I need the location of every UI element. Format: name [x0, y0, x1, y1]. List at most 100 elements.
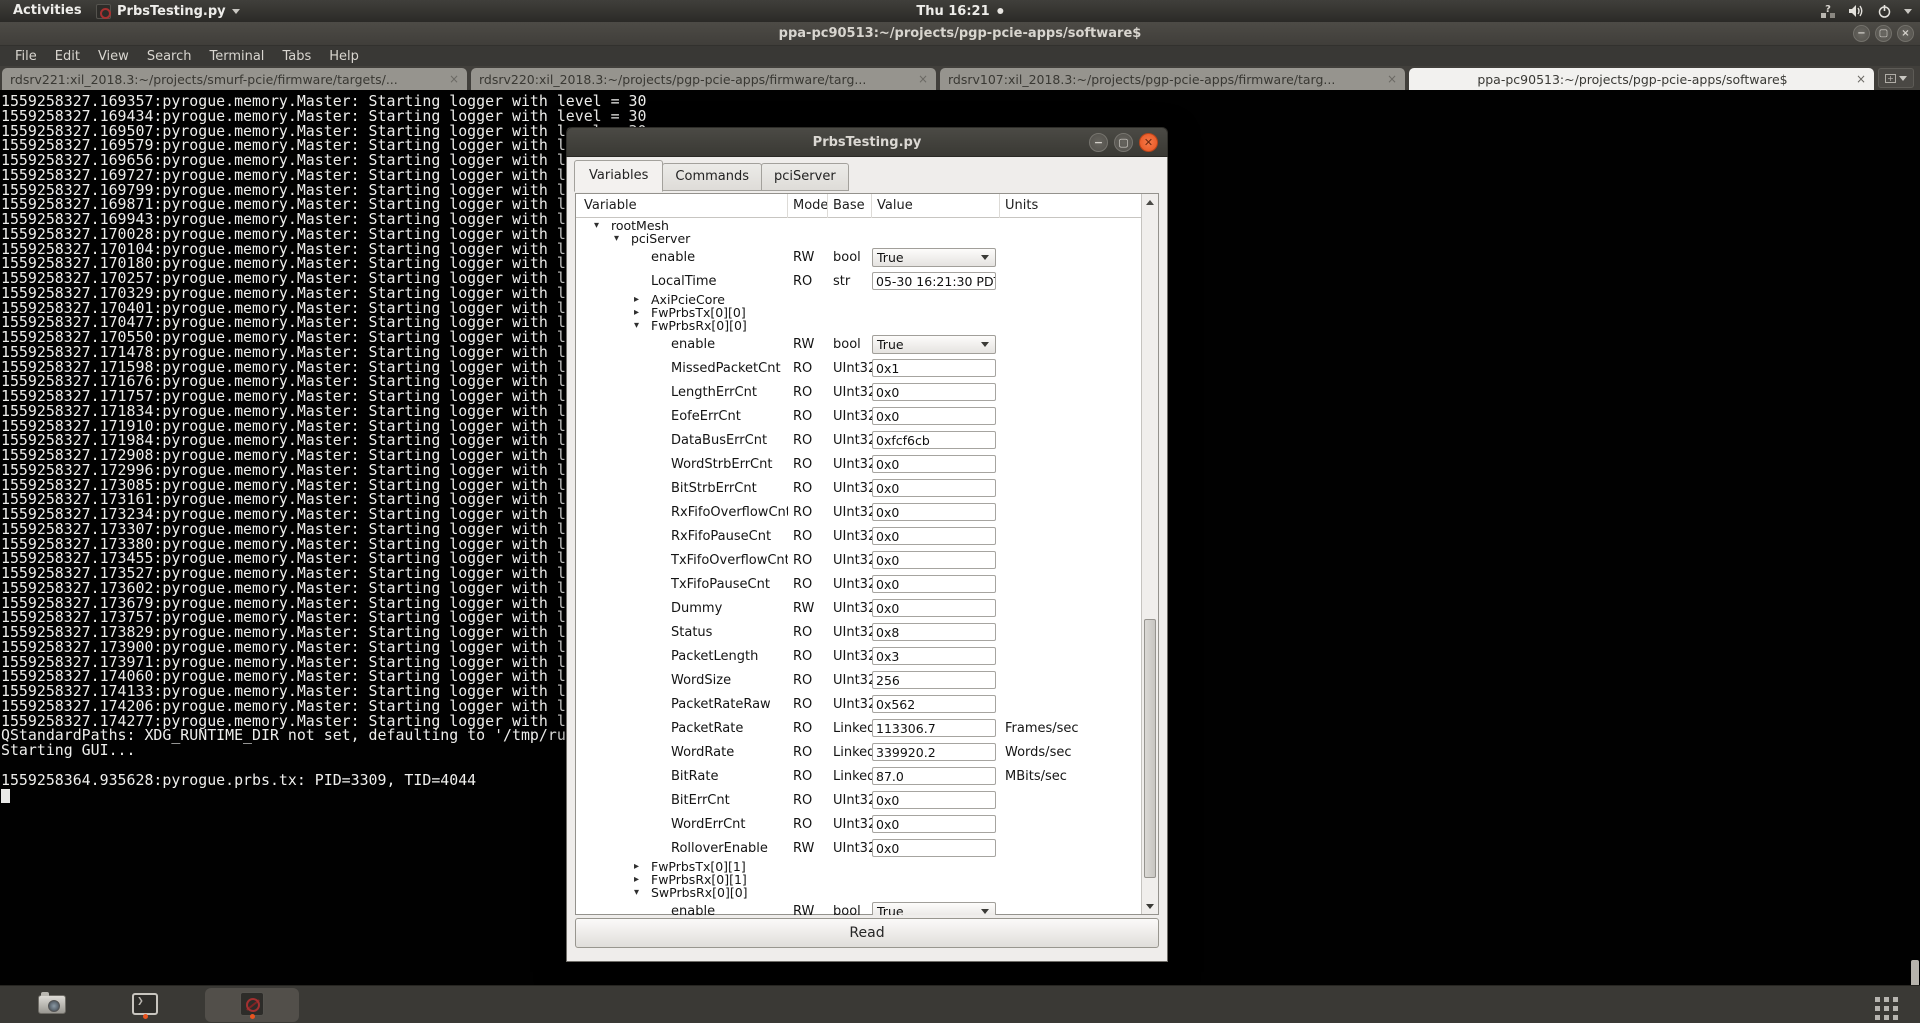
value-input[interactable]: 0x0	[872, 407, 996, 425]
tab-close-icon[interactable]: ×	[449, 72, 459, 86]
terminal-tab-3[interactable]: rdsrv107:xil_2018.3:~/projects/pgp-pcie-…	[940, 68, 1405, 90]
value-input[interactable]: 0x3	[872, 647, 996, 665]
scroll-down-icon[interactable]	[1142, 898, 1158, 914]
variable-mode: RO	[793, 816, 813, 832]
terminal-tab-2[interactable]: rdsrv220:xil_2018.3:~/projects/pgp-pcie-…	[471, 68, 936, 90]
bottom-panel	[0, 985, 1920, 1023]
column-header-value[interactable]: Value	[872, 194, 1000, 218]
menu-item-file[interactable]: File	[6, 49, 46, 64]
terminal-titlebar[interactable]: ppa-pc90513:~/projects/pgp-pcie-apps/sof…	[0, 22, 1920, 46]
dialog-tab-pciserver[interactable]: pciServer	[761, 163, 849, 191]
value-input[interactable]: 256	[872, 671, 996, 689]
variable-name: TxFifoPauseCnt	[671, 576, 770, 592]
dialog-tab-commands[interactable]: Commands	[662, 163, 763, 191]
value-input[interactable]: 0x0	[872, 551, 996, 569]
variable-base: bool	[833, 249, 861, 265]
tab-close-icon[interactable]: ×	[1387, 72, 1397, 86]
expand-arrow-icon[interactable]: ▸	[634, 307, 651, 318]
column-header-mode[interactable]: Mode	[788, 194, 828, 218]
variable-name: LocalTime	[651, 273, 717, 289]
activities-button[interactable]: Activities	[13, 0, 82, 22]
dialog-close-button[interactable]: ✕	[1139, 133, 1158, 152]
menu-item-search[interactable]: Search	[138, 49, 201, 64]
variable-mode: RO	[793, 456, 813, 472]
value-dropdown[interactable]: True	[872, 901, 996, 915]
value-input[interactable]: 0x1	[872, 359, 996, 377]
value-input[interactable]: 0x0	[872, 479, 996, 497]
terminal-title: ppa-pc90513:~/projects/pgp-pcie-apps/sof…	[778, 26, 1142, 41]
clock[interactable]: Thu 16:21	[916, 0, 1004, 22]
column-header-units[interactable]: Units	[1000, 194, 1141, 218]
variable-value-cell: 0x0	[872, 503, 1000, 521]
menu-item-terminal[interactable]: Terminal	[200, 49, 273, 64]
terminal-app-icon[interactable]	[132, 993, 158, 1015]
maximize-button[interactable]: ▢	[1875, 25, 1892, 42]
value-dropdown[interactable]: True	[872, 247, 996, 267]
read-button[interactable]: Read	[575, 918, 1159, 948]
minimize-button[interactable]: −	[1853, 25, 1870, 42]
screenshot-tool-icon[interactable]	[38, 992, 66, 1014]
menu-item-help[interactable]: Help	[320, 49, 368, 64]
system-tray[interactable]: ?	[1820, 0, 1912, 22]
terminal-tab-1[interactable]: rdsrv221:xil_2018.3:~/projects/smurf-pci…	[2, 68, 467, 90]
column-header-variable[interactable]: Variable	[576, 194, 788, 218]
variable-mode: RO	[793, 504, 813, 520]
value-input[interactable]: 0x0	[872, 791, 996, 809]
tab-close-icon[interactable]: ×	[1856, 72, 1866, 86]
app-menu[interactable]: PrbsTesting.py	[96, 0, 240, 22]
tab-label: rdsrv107:xil_2018.3:~/projects/pgp-pcie-…	[948, 71, 1336, 87]
value-input[interactable]: 0xfcf6cb	[872, 431, 996, 449]
value-input[interactable]: 0x0	[872, 815, 996, 833]
value-input[interactable]: 339920.2	[872, 743, 996, 761]
value-input[interactable]: 05-30 16:21:30 PDT	[872, 272, 996, 290]
dialog-maximize-button[interactable]: ▢	[1114, 133, 1133, 152]
value-input[interactable]: 0x8	[872, 623, 996, 641]
menu-item-tabs[interactable]: Tabs	[273, 49, 320, 64]
collapse-arrow-icon[interactable]: ▾	[634, 887, 651, 898]
variable-name: Dummy	[671, 600, 723, 616]
column-header-base[interactable]: Base	[828, 194, 872, 218]
variable-value-cell: 0x0	[872, 551, 1000, 569]
value-input[interactable]: 87.0	[872, 767, 996, 785]
menu-item-view[interactable]: View	[89, 49, 138, 64]
value-input[interactable]: 0x0	[872, 527, 996, 545]
scroll-up-icon[interactable]	[1142, 194, 1158, 210]
variable-mode: RO	[793, 360, 813, 376]
value-input[interactable]: 0x0	[872, 503, 996, 521]
collapse-arrow-icon[interactable]: ▾	[634, 320, 651, 331]
expand-arrow-icon[interactable]: ▸	[634, 874, 651, 885]
value-dropdown[interactable]: True	[872, 334, 996, 354]
value-input[interactable]: 0x0	[872, 575, 996, 593]
variables-tree: Variable Mode Base Value Units ▾ rootMesh ▾ pci…	[575, 193, 1159, 915]
variable-mode: RO	[793, 672, 813, 688]
menu-item-edit[interactable]: Edit	[46, 49, 89, 64]
value-input[interactable]: 0x0	[872, 383, 996, 401]
value-input[interactable]: 113306.7	[872, 719, 996, 737]
value-input[interactable]: 0x0	[872, 839, 996, 857]
scrollbar-thumb[interactable]	[1144, 618, 1156, 878]
terminal-tab-4[interactable]: ppa-pc90513:~/projects/pgp-pcie-apps/sof…	[1409, 68, 1874, 90]
variable-base: UInt32	[833, 792, 872, 808]
value-input[interactable]: 0x0	[872, 599, 996, 617]
expand-arrow-icon[interactable]: ▸	[634, 294, 651, 305]
tab-close-icon[interactable]: ×	[918, 72, 928, 86]
new-tab-button[interactable]: +	[1878, 68, 1914, 88]
value-input[interactable]: 0x0	[872, 455, 996, 473]
variable-base: UInt32	[833, 576, 872, 592]
value-input[interactable]: 0x562	[872, 695, 996, 713]
close-button[interactable]: ×	[1897, 25, 1914, 42]
variable-units: Words/sec	[1005, 744, 1072, 760]
collapse-arrow-icon[interactable]: ▾	[614, 233, 631, 244]
variable-name: MissedPacketCnt	[671, 360, 781, 376]
show-applications-icon[interactable]	[1875, 997, 1898, 1020]
collapse-arrow-icon[interactable]: ▾	[594, 220, 611, 231]
tree-scrollbar[interactable]	[1141, 194, 1158, 914]
dialog-minimize-button[interactable]: −	[1089, 133, 1108, 152]
dialog-titlebar[interactable]: PrbsTesting.py − ▢ ✕	[566, 127, 1168, 157]
app-menu-label: PrbsTesting.py	[117, 3, 226, 19]
dialog-tab-variables[interactable]: Variables	[574, 160, 664, 192]
variable-mode: RO	[793, 624, 813, 640]
variable-base: UInt32	[833, 648, 872, 664]
expand-arrow-icon[interactable]: ▸	[634, 861, 651, 872]
variable-row: LengthErrCnt RO UInt32 0x0	[576, 380, 1141, 404]
